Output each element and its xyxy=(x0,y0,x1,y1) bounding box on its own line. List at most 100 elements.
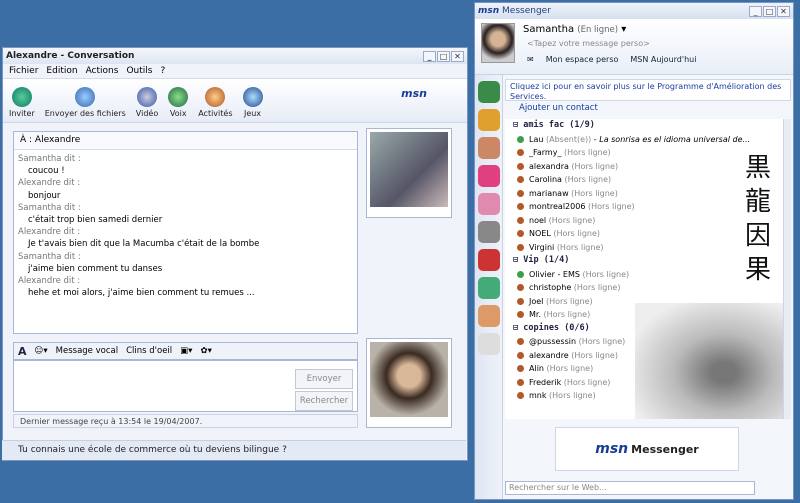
message-sender: Alexandre dit : xyxy=(18,227,81,238)
contact-item[interactable]: noel (Hors ligne) xyxy=(513,214,783,228)
maximize-button[interactable]: □ xyxy=(763,5,776,17)
dragon-background-image xyxy=(635,303,783,419)
message-text: hehe et moi alors, j'aime bien comment t… xyxy=(28,288,255,299)
search-button[interactable]: Rechercher xyxy=(295,391,353,411)
messenger-banner: msn Messenger xyxy=(555,427,739,471)
tab-icon[interactable] xyxy=(478,277,500,299)
voice-message-button[interactable]: Message vocal xyxy=(56,346,118,356)
contact-group[interactable]: ⊟ Vip (1/4) xyxy=(513,254,783,268)
chat-history: À : Alexandre Samantha dit : coucou ! Alex… xyxy=(13,131,358,334)
minimize-button[interactable]: _ xyxy=(423,50,436,62)
format-bar: A ☺▾ Message vocal Clins d'oeil ▣▾ ✿▾ xyxy=(13,342,358,360)
info-notice[interactable]: Cliquez ici pour en savoir plus sur le P… xyxy=(505,79,791,101)
profile-picture[interactable] xyxy=(481,23,515,63)
menu-edition[interactable]: Edition xyxy=(46,66,77,76)
tab-icon[interactable] xyxy=(478,109,500,131)
contact-item[interactable]: Carolina (Hors ligne) xyxy=(513,173,783,187)
msn-logo: msn xyxy=(401,87,427,100)
send-files-button[interactable]: Envoyer des fichiers xyxy=(45,87,126,118)
menu-bar: Fichier Edition Actions Outils ? xyxy=(3,64,467,79)
kanji-background: 黒龍因果 xyxy=(744,153,771,285)
window-title: Alexandre - Conversation xyxy=(6,51,135,61)
message-text: c'était trop bien samedi dernier xyxy=(28,215,163,226)
tabs-sidebar xyxy=(475,75,503,499)
recipient-label: À : Alexandre xyxy=(14,132,357,150)
msn-logo: msn xyxy=(478,6,500,16)
contact-item[interactable]: montreal2006 (Hors ligne) xyxy=(513,200,783,214)
personal-message[interactable]: <Tapez votre message perso> xyxy=(527,39,650,48)
message-sender: Samantha dit : xyxy=(18,251,81,262)
menu-help[interactable]: ? xyxy=(160,66,165,76)
gift-icon[interactable]: ✿▾ xyxy=(200,346,211,356)
voice-button[interactable]: Voix xyxy=(168,87,189,118)
minimize-button[interactable]: _ xyxy=(749,5,762,17)
contact-item[interactable]: Virgini (Hors ligne) xyxy=(513,241,783,255)
tab-icon[interactable] xyxy=(478,221,500,243)
message-sender: Alexandre dit : xyxy=(18,178,81,189)
heart-icon[interactable] xyxy=(478,165,500,187)
contacts-icon[interactable] xyxy=(478,81,500,103)
conversation-titlebar[interactable]: Alexandre - Conversation _ □ ✕ xyxy=(3,48,467,64)
font-button[interactable]: A xyxy=(18,345,27,358)
contact-item[interactable]: Olivier - EMS (Hors ligne) xyxy=(513,268,783,282)
message-text: bonjour xyxy=(28,190,61,201)
menu-outils[interactable]: Outils xyxy=(126,66,152,76)
contact-avatar[interactable] xyxy=(366,128,452,218)
status-bar: Dernier message reçu à 13:54 le 19/04/20… xyxy=(13,414,358,428)
message-text: coucou ! xyxy=(28,166,65,177)
my-avatar[interactable] xyxy=(366,338,452,428)
msn-today-link[interactable]: MSN Aujourd'hui xyxy=(630,55,696,64)
profile-header: Samantha (En ligne) ▾ <Tapez votre messa… xyxy=(475,19,793,75)
contact-group[interactable]: ⊟ amis fac (1/9) xyxy=(513,119,783,133)
message-list: Samantha dit : coucou ! Alexandre dit : bon… xyxy=(14,150,357,302)
send-button[interactable]: Envoyer xyxy=(295,369,353,389)
buddy-icon xyxy=(11,87,32,107)
games-icon xyxy=(242,87,263,107)
my-space-link[interactable]: Mon espace perso xyxy=(546,55,619,64)
wink-button[interactable]: Clins d'oeil xyxy=(126,346,172,356)
profile-name[interactable]: Samantha (En ligne) ▾ xyxy=(523,24,626,35)
online-status[interactable]: (En ligne) xyxy=(577,25,618,35)
mail-icon[interactable]: ✉ xyxy=(527,55,534,64)
add-contact-link[interactable]: Ajouter un contact xyxy=(505,103,598,113)
message-input[interactable]: Envoyer Rechercher xyxy=(13,360,358,412)
activities-icon xyxy=(205,87,226,107)
video-icon xyxy=(137,87,157,107)
contact-item[interactable]: Lau (Absent(e)) - La sonrisa es el idiom… xyxy=(513,133,783,147)
files-icon xyxy=(75,87,96,107)
invite-button[interactable]: Inviter xyxy=(9,87,35,118)
web-search-input[interactable]: Rechercher sur le Web... xyxy=(505,481,755,495)
tab-icon[interactable] xyxy=(478,193,500,215)
ebay-icon[interactable] xyxy=(478,333,500,355)
games-button[interactable]: Jeux xyxy=(242,87,263,118)
background-button[interactable]: ▣▾ xyxy=(180,346,192,356)
maximize-button[interactable]: □ xyxy=(437,50,450,62)
message-sender: Alexandre dit : xyxy=(18,276,81,287)
menu-actions[interactable]: Actions xyxy=(86,66,119,76)
ad-footer[interactable]: Tu connais une école de commerce où tu d… xyxy=(2,440,466,460)
conversation-toolbar: Inviter Envoyer des fichiers Vidéo Voix … xyxy=(3,79,467,123)
voice-icon xyxy=(168,87,189,107)
message-sender: Samantha dit : xyxy=(18,154,81,164)
close-button[interactable]: ✕ xyxy=(777,5,790,17)
contact-item[interactable]: NOEL (Hors ligne) xyxy=(513,227,783,241)
message-text: j'aime bien comment tu danses xyxy=(28,263,163,274)
tab-icon[interactable] xyxy=(478,137,500,159)
message-text: Je t'avais bien dit que la Macumba c'éta… xyxy=(28,239,260,250)
tab-icon[interactable] xyxy=(478,305,500,327)
activities-button[interactable]: Activités xyxy=(198,87,233,118)
messenger-titlebar[interactable]: msn Messenger _ □ ✕ xyxy=(475,3,793,19)
close-button[interactable]: ✕ xyxy=(451,50,464,62)
emoticon-button[interactable]: ☺▾ xyxy=(35,346,48,356)
contact-item[interactable]: _Farmy_ (Hors ligne) xyxy=(513,146,783,160)
window-title: Messenger xyxy=(502,6,551,16)
contact-scrollbar[interactable] xyxy=(783,119,791,419)
video-button[interactable]: Vidéo xyxy=(136,87,158,118)
contact-item[interactable]: marianaw (Hors ligne) xyxy=(513,187,783,201)
contact-item[interactable]: alexandra (Hors ligne) xyxy=(513,160,783,174)
messenger-window: msn Messenger _ □ ✕ Samantha (En ligne) ▾ … xyxy=(474,2,794,500)
contact-item[interactable]: christophe (Hors ligne) xyxy=(513,281,783,295)
menu-fichier[interactable]: Fichier xyxy=(9,66,38,76)
tab-icon[interactable] xyxy=(478,249,500,271)
message-sender: Samantha dit : xyxy=(18,202,81,213)
